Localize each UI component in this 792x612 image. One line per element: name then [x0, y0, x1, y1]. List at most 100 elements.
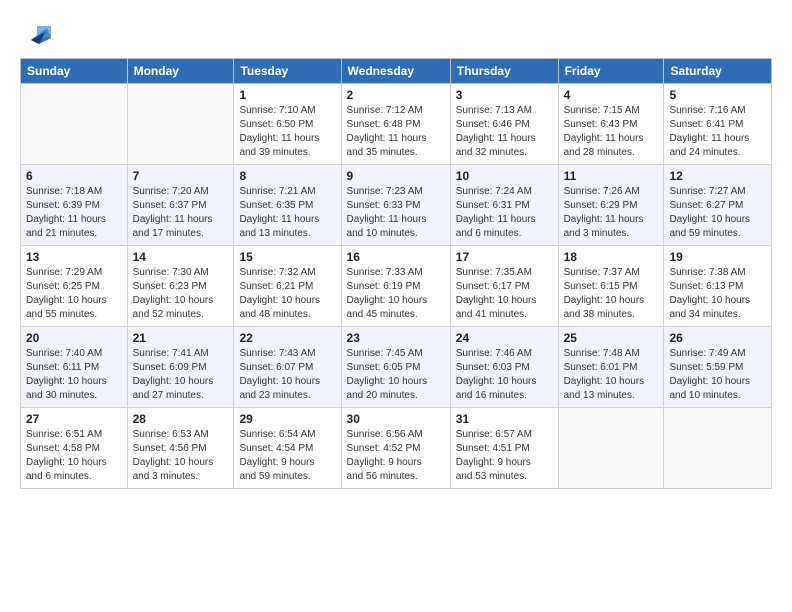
day-number: 30 [347, 412, 445, 426]
day-cell [664, 408, 772, 489]
day-cell: 25Sunrise: 7:48 AMSunset: 6:01 PMDayligh… [558, 327, 664, 408]
day-info: Sunrise: 6:54 AMSunset: 4:54 PMDaylight:… [239, 428, 335, 484]
day-number: 5 [669, 88, 766, 102]
day-info: Sunrise: 7:13 AMSunset: 6:46 PMDaylight:… [456, 104, 553, 160]
day-info: Sunrise: 7:20 AMSunset: 6:37 PMDaylight:… [133, 185, 229, 241]
day-info: Sunrise: 7:24 AMSunset: 6:31 PMDaylight:… [456, 185, 553, 241]
day-cell: 26Sunrise: 7:49 AMSunset: 5:59 PMDayligh… [664, 327, 772, 408]
day-cell: 11 Sunrise: 7:26 AMSunset: 6:29 PMDayligh… [558, 165, 664, 246]
day-info: Sunrise: 7:37 AMSunset: 6:15 PMDaylight:… [564, 266, 659, 322]
day-info: Sunrise: 7:26 AMSunset: 6:29 PMDaylight:… [564, 185, 659, 241]
day-number: 27 [26, 412, 122, 426]
calendar-table: SundayMondayTuesdayWednesdayThursdayFrid… [20, 58, 772, 489]
day-number: 8 [239, 169, 335, 183]
day-cell: 7 Sunrise: 7:20 AMSunset: 6:37 PMDaylight… [127, 165, 234, 246]
day-number: 19 [669, 250, 766, 264]
day-info: Sunrise: 7:41 AMSunset: 6:09 PMDaylight:… [133, 347, 229, 403]
day-info: Sunrise: 7:29 AMSunset: 6:25 PMDaylight:… [26, 266, 122, 322]
day-number: 4 [564, 88, 659, 102]
day-cell: 20 Sunrise: 7:40 AMSunset: 6:11 PMDayligh… [21, 327, 128, 408]
day-cell: 24 Sunrise: 7:46 AMSunset: 6:03 PMDayligh… [450, 327, 558, 408]
day-number: 9 [347, 169, 445, 183]
weekday-header-monday: Monday [127, 59, 234, 84]
day-cell [127, 84, 234, 165]
day-cell: 12Sunrise: 7:27 AMSunset: 6:27 PMDayligh… [664, 165, 772, 246]
weekday-header-row: SundayMondayTuesdayWednesdayThursdayFrid… [21, 59, 772, 84]
day-cell: 15Sunrise: 7:32 AMSunset: 6:21 PMDayligh… [234, 246, 341, 327]
weekday-header-thursday: Thursday [450, 59, 558, 84]
logo [20, 16, 55, 48]
day-number: 21 [133, 331, 229, 345]
day-number: 10 [456, 169, 553, 183]
day-info: Sunrise: 7:43 AMSunset: 6:07 PMDaylight:… [239, 347, 335, 403]
day-number: 13 [26, 250, 122, 264]
day-cell: 6 Sunrise: 7:18 AMSunset: 6:39 PMDaylight… [21, 165, 128, 246]
week-row-4: 20 Sunrise: 7:40 AMSunset: 6:11 PMDayligh… [21, 327, 772, 408]
day-info: Sunrise: 7:38 AMSunset: 6:13 PMDaylight:… [669, 266, 766, 322]
day-number: 18 [564, 250, 659, 264]
day-cell: 3 Sunrise: 7:13 AMSunset: 6:46 PMDaylight… [450, 84, 558, 165]
day-number: 24 [456, 331, 553, 345]
day-number: 16 [347, 250, 445, 264]
day-number: 11 [564, 169, 659, 183]
weekday-header-saturday: Saturday [664, 59, 772, 84]
day-number: 23 [347, 331, 445, 345]
day-number: 12 [669, 169, 766, 183]
day-number: 22 [239, 331, 335, 345]
day-cell: 28 Sunrise: 6:53 AMSunset: 4:56 PMDayligh… [127, 408, 234, 489]
day-cell: 8 Sunrise: 7:21 AMSunset: 6:35 PMDaylight… [234, 165, 341, 246]
day-info: Sunrise: 7:12 AMSunset: 6:48 PMDaylight:… [347, 104, 445, 160]
day-info: Sunrise: 7:33 AMSunset: 6:19 PMDaylight:… [347, 266, 445, 322]
day-info: Sunrise: 6:51 AMSunset: 4:58 PMDaylight:… [26, 428, 122, 484]
day-info: Sunrise: 7:35 AMSunset: 6:17 PMDaylight:… [456, 266, 553, 322]
day-cell: 14 Sunrise: 7:30 AMSunset: 6:23 PMDayligh… [127, 246, 234, 327]
day-number: 7 [133, 169, 229, 183]
day-number: 26 [669, 331, 766, 345]
day-number: 31 [456, 412, 553, 426]
weekday-header-friday: Friday [558, 59, 664, 84]
day-cell: 18 Sunrise: 7:37 AMSunset: 6:15 PMDayligh… [558, 246, 664, 327]
day-info: Sunrise: 7:30 AMSunset: 6:23 PMDaylight:… [133, 266, 229, 322]
page: SundayMondayTuesdayWednesdayThursdayFrid… [0, 0, 792, 612]
week-row-2: 6 Sunrise: 7:18 AMSunset: 6:39 PMDaylight… [21, 165, 772, 246]
day-number: 28 [133, 412, 229, 426]
day-info: Sunrise: 6:56 AMSunset: 4:52 PMDaylight:… [347, 428, 445, 484]
day-cell: 30 Sunrise: 6:56 AMSunset: 4:52 PMDayligh… [341, 408, 450, 489]
day-cell: 2 Sunrise: 7:12 AMSunset: 6:48 PMDaylight… [341, 84, 450, 165]
day-number: 17 [456, 250, 553, 264]
day-cell: 21 Sunrise: 7:41 AMSunset: 6:09 PMDayligh… [127, 327, 234, 408]
day-number: 14 [133, 250, 229, 264]
day-cell: 16 Sunrise: 7:33 AMSunset: 6:19 PMDayligh… [341, 246, 450, 327]
day-cell: 27 Sunrise: 6:51 AMSunset: 4:58 PMDayligh… [21, 408, 128, 489]
day-number: 6 [26, 169, 122, 183]
day-cell [21, 84, 128, 165]
day-cell: 4 Sunrise: 7:15 AMSunset: 6:43 PMDaylight… [558, 84, 664, 165]
day-info: Sunrise: 7:21 AMSunset: 6:35 PMDaylight:… [239, 185, 335, 241]
week-row-1: 1 Sunrise: 7:10 AMSunset: 6:50 PMDaylight… [21, 84, 772, 165]
header [20, 16, 772, 48]
day-cell: 31 Sunrise: 6:57 AMSunset: 4:51 PMDayligh… [450, 408, 558, 489]
weekday-header-tuesday: Tuesday [234, 59, 341, 84]
day-number: 29 [239, 412, 335, 426]
day-cell: 9 Sunrise: 7:23 AMSunset: 6:33 PMDaylight… [341, 165, 450, 246]
day-info: Sunrise: 7:23 AMSunset: 6:33 PMDaylight:… [347, 185, 445, 241]
day-number: 25 [564, 331, 659, 345]
day-number: 1 [239, 88, 335, 102]
day-number: 15 [239, 250, 335, 264]
day-info: Sunrise: 7:10 AMSunset: 6:50 PMDaylight:… [239, 104, 335, 160]
day-info: Sunrise: 7:15 AMSunset: 6:43 PMDaylight:… [564, 104, 659, 160]
day-number: 2 [347, 88, 445, 102]
day-info: Sunrise: 7:18 AMSunset: 6:39 PMDaylight:… [26, 185, 122, 241]
day-info: Sunrise: 7:45 AMSunset: 6:05 PMDaylight:… [347, 347, 445, 403]
day-cell: 23 Sunrise: 7:45 AMSunset: 6:05 PMDayligh… [341, 327, 450, 408]
day-cell [558, 408, 664, 489]
day-info: Sunrise: 6:53 AMSunset: 4:56 PMDaylight:… [133, 428, 229, 484]
day-info: Sunrise: 7:46 AMSunset: 6:03 PMDaylight:… [456, 347, 553, 403]
day-info: Sunrise: 6:57 AMSunset: 4:51 PMDaylight:… [456, 428, 553, 484]
weekday-header-wednesday: Wednesday [341, 59, 450, 84]
day-number: 20 [26, 331, 122, 345]
day-cell: 1 Sunrise: 7:10 AMSunset: 6:50 PMDaylight… [234, 84, 341, 165]
day-number: 3 [456, 88, 553, 102]
day-info: Sunrise: 7:40 AMSunset: 6:11 PMDaylight:… [26, 347, 122, 403]
day-info: Sunrise: 7:16 AMSunset: 6:41 PMDaylight:… [669, 104, 766, 160]
